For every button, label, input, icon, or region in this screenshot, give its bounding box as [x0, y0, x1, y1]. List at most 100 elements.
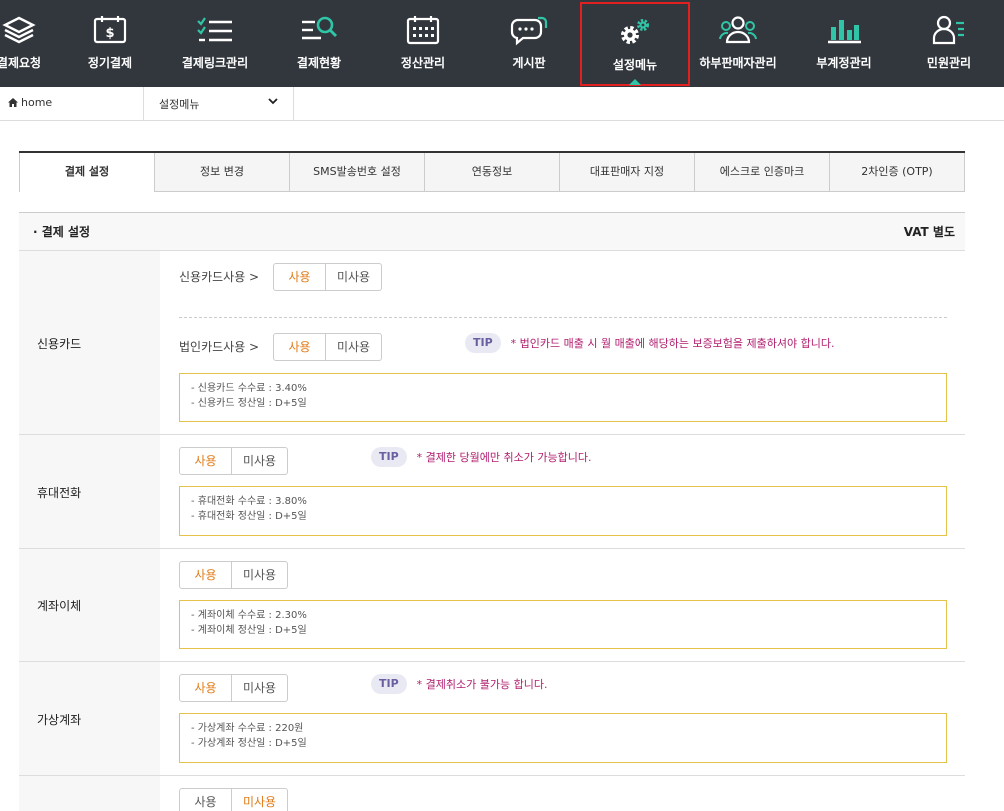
unused-option[interactable]: 미사용 [326, 334, 381, 360]
nav-label: 게시판 [512, 56, 546, 70]
credit-card-row: 신용카드 신용카드사용 > 사용 미사용 법인카드사용 > 사용 미사용 TIP… [19, 251, 965, 435]
nav-label: 민원관리 [926, 56, 972, 70]
checklist-icon [160, 14, 270, 48]
top-navigation: 결제요청 $ 정기결제 결제링크관리 결제현황 정산관리 게시판 설정메뉴 하부… [0, 0, 1004, 87]
use-option[interactable]: 사용 [180, 789, 231, 811]
tip-badge: TIP [465, 333, 501, 353]
fee-line: - 가상계좌 수수료 : 220원 [191, 723, 304, 734]
home-icon [8, 98, 18, 107]
tab-otp[interactable]: 2차인증 (OTP) [830, 153, 965, 192]
tip-note: TIP * 결제취소가 불가능 합니다. [371, 674, 547, 694]
tip-note: TIP * 결제한 당월에만 취소가 가능합니다. [371, 447, 591, 467]
tip-note: TIP * 법인카드 매출 시 월 매출에 해당하는 보증보험을 제출하셔야 합… [465, 333, 835, 353]
fee-info-box: - 신용카드 수수료 : 3.40% - 신용카드 정산일 : D+5일 [179, 373, 947, 422]
tab-info-change[interactable]: 정보 변경 [155, 153, 290, 192]
tip-message: * 법인카드 매출 시 월 매출에 해당하는 보증보험을 제출하셔야 합니다. [510, 337, 835, 350]
users-icon [683, 14, 793, 48]
unused-option[interactable]: 미사용 [232, 562, 287, 588]
row-label: 신용카드 [37, 336, 82, 351]
row-label: 계좌이체 [37, 599, 82, 613]
fee-line: - 휴대전화 수수료 : 3.80% [191, 496, 307, 507]
section-title: · 결제 설정 [33, 225, 91, 239]
breadcrumb-home[interactable]: home [8, 96, 52, 109]
row-label-cell: 휴대전화 [19, 435, 160, 548]
nav-item-recurring[interactable]: $ 정기결제 [55, 0, 165, 87]
tab-sms-sender[interactable]: SMS발송번호 설정 [290, 153, 425, 192]
settlement-line: - 신용카드 정산일 : D+5일 [191, 398, 307, 409]
fee-info-box: - 휴대전화 수수료 : 3.80% - 휴대전화 정산일 : D+5일 [179, 486, 947, 536]
personal-card-label: 신용카드사용 > [179, 270, 260, 284]
nav-label: 정기결제 [87, 56, 133, 70]
tab-escrow-mark[interactable]: 에스크로 인증마크 [695, 153, 830, 192]
nav-label: 결제링크관리 [181, 56, 249, 70]
virtual-account-toggle: 사용 미사용 [179, 674, 288, 702]
breadcrumb: home 설정메뉴 [0, 87, 1004, 121]
tab-payment-settings[interactable]: 결제 설정 [19, 153, 155, 192]
mobile-row: 휴대전화 사용 미사용 TIP * 결제한 당월에만 취소가 가능합니다. - … [19, 435, 965, 549]
use-option[interactable]: 사용 [274, 334, 325, 360]
breadcrumb-divider [143, 87, 144, 121]
mobile-toggle: 사용 미사용 [179, 447, 288, 475]
nav-item-settings[interactable]: 설정메뉴 [580, 2, 690, 86]
active-indicator [629, 79, 641, 85]
vat-note: VAT 별도 [903, 225, 955, 239]
row-label: 가상계좌 [37, 712, 82, 727]
use-option[interactable]: 사용 [274, 264, 325, 290]
calendar-icon [368, 14, 478, 48]
virtual-account-row: 가상계좌 사용 미사용 TIP * 결제취소가 불가능 합니다. - 가상계좌 … [19, 662, 965, 776]
bank-transfer-row: 계좌이체 사용 미사용 - 계좌이체 수수료 : 2.30% - 계좌이체 정산… [19, 549, 965, 662]
fee-info-box: - 계좌이체 수수료 : 2.30% - 계좌이체 정산일 : D+5일 [179, 600, 947, 649]
unused-option[interactable]: 미사용 [326, 264, 381, 290]
tip-badge: TIP [371, 674, 407, 694]
nav-label: 하부판매자관리 [699, 56, 777, 70]
next-row-toggle: 사용 미사용 [179, 788, 288, 811]
settlement-line: - 계좌이체 정산일 : D+5일 [191, 625, 307, 636]
breadcrumb-current[interactable]: 설정메뉴 [159, 96, 199, 112]
row-label-cell: 가상계좌 [19, 662, 160, 775]
breadcrumb-divider [293, 87, 294, 121]
nav-item-payment-link[interactable]: 결제링크관리 [160, 0, 270, 87]
tab-integration[interactable]: 연동정보 [425, 153, 560, 192]
settlement-line: - 휴대전화 정산일 : D+5일 [191, 511, 307, 522]
nav-item-sub-account[interactable]: 부계정관리 [789, 0, 899, 87]
tab-representative-seller[interactable]: 대표판매자 지정 [560, 153, 695, 192]
bill-icon: $ [55, 14, 165, 48]
fee-line: - 신용카드 수수료 : 3.40% [191, 383, 307, 394]
nav-item-board[interactable]: 게시판 [474, 0, 584, 87]
nav-item-payment-status[interactable]: 결제현황 [264, 0, 374, 87]
unused-option[interactable]: 미사용 [232, 789, 287, 811]
chevron-down-icon[interactable] [268, 98, 278, 105]
unused-option[interactable]: 미사용 [232, 448, 287, 474]
unused-option[interactable]: 미사용 [232, 675, 287, 701]
settlement-line: - 가상계좌 정산일 : D+5일 [191, 738, 307, 749]
gear-icon [582, 16, 688, 50]
breadcrumb-home-label: home [21, 96, 53, 109]
section-header: · 결제 설정 VAT 별도 [19, 212, 965, 251]
row-label: 휴대전화 [37, 485, 82, 500]
nav-item-sub-merchant[interactable]: 하부판매자관리 [683, 0, 793, 87]
use-option[interactable]: 사용 [180, 562, 231, 588]
tip-message: * 결제한 당월에만 취소가 가능합니다. [416, 451, 592, 464]
use-option[interactable]: 사용 [180, 448, 231, 474]
row-label-cell: 계좌이체 [19, 549, 160, 661]
nav-item-complaints[interactable]: 민원관리 [894, 0, 1004, 87]
corporate-card-toggle: 사용 미사용 [273, 333, 382, 361]
nav-label: 결제현황 [296, 56, 342, 70]
person-list-icon [894, 14, 1004, 48]
next-payment-row: 사용 미사용 [19, 776, 965, 811]
settings-tabs: 결제 설정 정보 변경 SMS발송번호 설정 연동정보 대표판매자 지정 에스크… [19, 151, 965, 192]
nav-label: 설정메뉴 [612, 58, 658, 72]
bar-chart-icon [789, 14, 899, 48]
search-list-icon [264, 14, 374, 48]
nav-item-settlement[interactable]: 정산관리 [368, 0, 478, 87]
svg-text:$: $ [105, 26, 114, 41]
row-label-cell [19, 776, 160, 811]
personal-card-toggle: 사용 미사용 [273, 263, 382, 291]
nav-label: 부계정관리 [816, 56, 872, 70]
use-option[interactable]: 사용 [180, 675, 231, 701]
tip-badge: TIP [371, 447, 407, 467]
nav-label: 정산관리 [400, 56, 446, 70]
bank-transfer-toggle: 사용 미사용 [179, 561, 288, 589]
fee-info-box: - 가상계좌 수수료 : 220원 - 가상계좌 정산일 : D+5일 [179, 713, 947, 763]
chat-icon [474, 14, 584, 48]
